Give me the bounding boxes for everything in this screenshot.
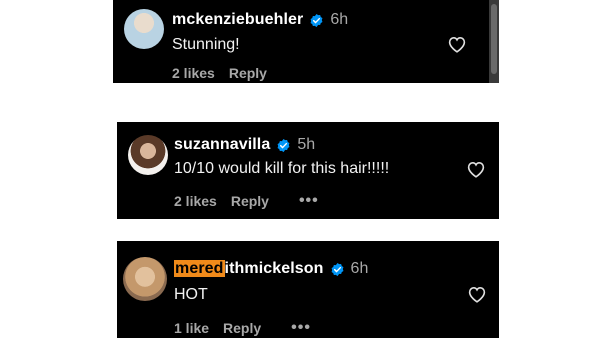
scrollbar[interactable] — [489, 0, 499, 83]
avatar[interactable] — [124, 9, 164, 49]
likes-count[interactable]: 1 like — [174, 320, 209, 336]
comment-actions: 1 like Reply ••• — [174, 319, 311, 337]
comment-card: mckenziebuehler 6h Stunning! 2 likes Rep… — [113, 0, 499, 83]
more-dots-icon[interactable]: ••• — [291, 319, 311, 337]
heart-outline-icon[interactable] — [447, 35, 467, 53]
timestamp: 6h — [330, 11, 349, 28]
comment-header: mckenziebuehler 6h — [172, 11, 348, 29]
username[interactable]: meredithmickelson — [174, 260, 324, 278]
scrollbar-thumb[interactable] — [491, 4, 497, 74]
verified-badge-icon — [309, 13, 324, 28]
comment-card: meredithmickelson 6h HOT 1 like Reply ••… — [117, 241, 499, 338]
heart-outline-icon[interactable] — [467, 285, 487, 303]
avatar[interactable] — [128, 135, 168, 175]
verified-badge-icon — [330, 262, 345, 277]
more-dots-icon[interactable]: ••• — [299, 192, 319, 210]
comment-card: suzannavilla 5h 10/10 would kill for thi… — [117, 122, 499, 219]
comment-text: HOT — [174, 286, 208, 303]
likes-count[interactable]: 2 likes — [174, 193, 217, 209]
comment-text: Stunning! — [172, 36, 240, 53]
reply-button[interactable]: Reply — [229, 65, 267, 81]
comment-actions: 2 likes Reply ••• — [174, 192, 319, 210]
username[interactable]: suzannavilla — [174, 136, 270, 154]
verified-badge-icon — [276, 138, 291, 153]
comment-header: meredithmickelson 6h — [174, 260, 368, 278]
username[interactable]: mckenziebuehler — [172, 11, 303, 29]
search-highlight: mered — [174, 260, 225, 277]
comment-header: suzannavilla 5h — [174, 136, 315, 154]
comment-text: 10/10 would kill for this hair!!!!! — [174, 160, 390, 177]
heart-outline-icon[interactable] — [466, 160, 486, 178]
avatar[interactable] — [123, 257, 167, 301]
timestamp: 6h — [350, 260, 369, 277]
likes-count[interactable]: 2 likes — [172, 65, 215, 81]
comment-actions: 2 likes Reply — [172, 65, 267, 81]
timestamp: 5h — [297, 136, 316, 153]
reply-button[interactable]: Reply — [223, 320, 261, 336]
reply-button[interactable]: Reply — [231, 193, 269, 209]
